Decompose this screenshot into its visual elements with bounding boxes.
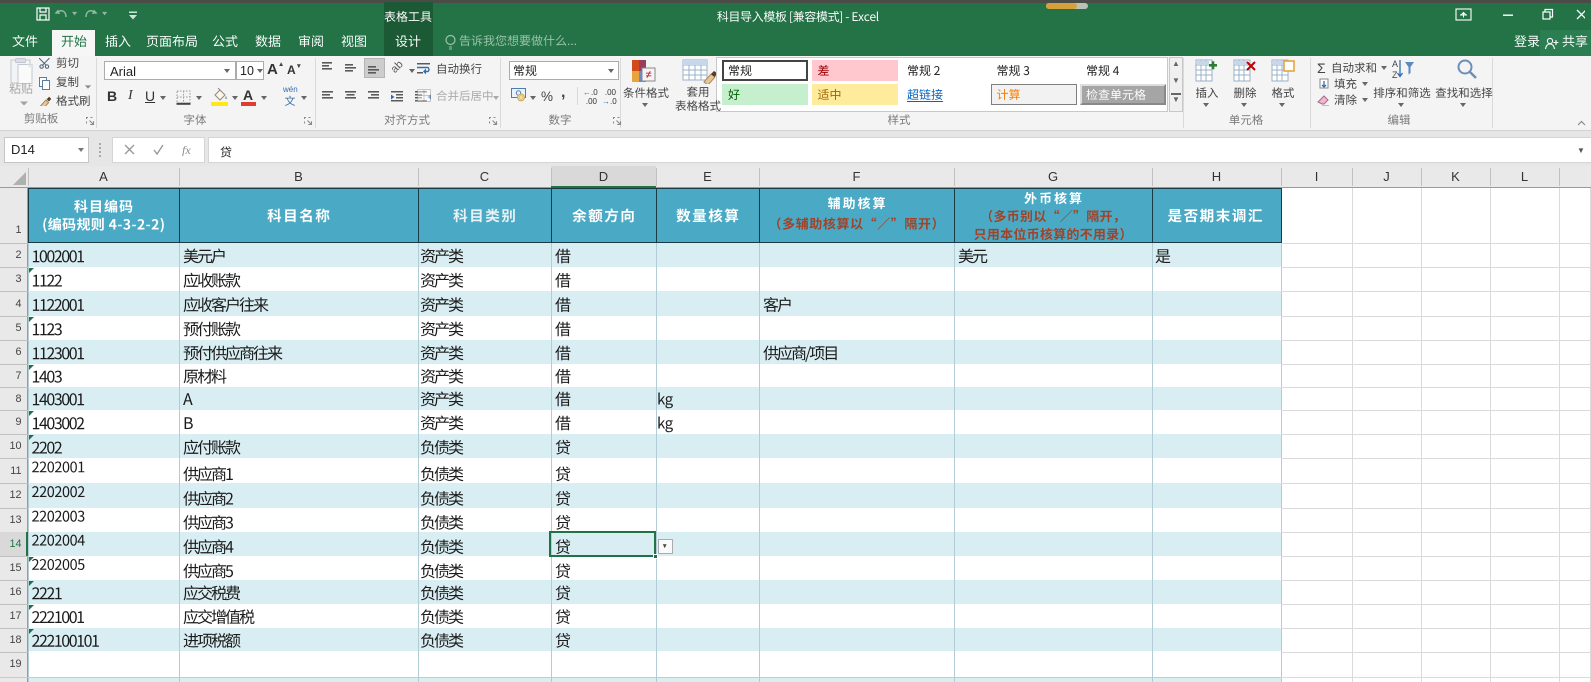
svg-text:Z: Z (1392, 70, 1398, 80)
svg-text:fx: fx (182, 144, 191, 156)
svg-text:≠: ≠ (645, 69, 651, 81)
svg-text:A: A (1392, 59, 1398, 69)
